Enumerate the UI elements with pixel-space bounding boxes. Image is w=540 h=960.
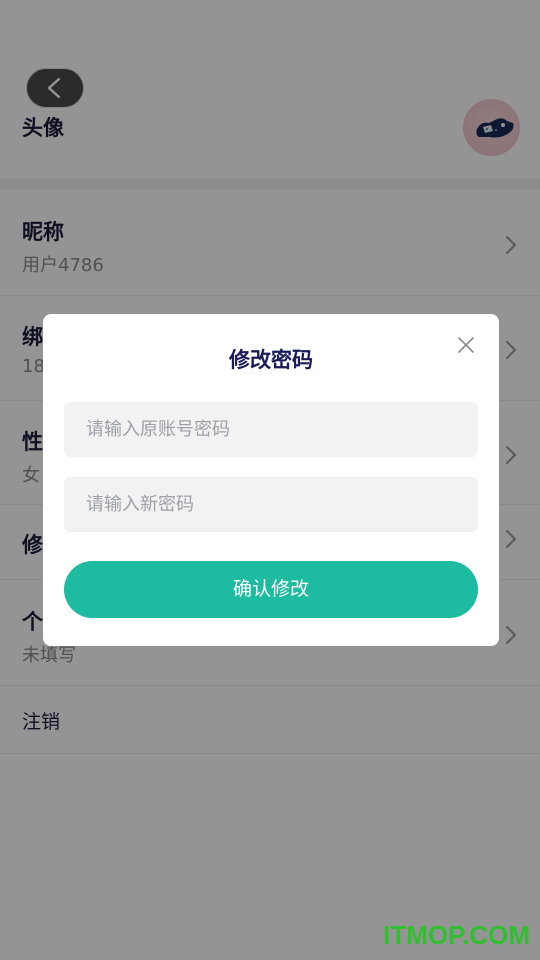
old-password-input[interactable] (64, 402, 478, 457)
dialog-title: 修改密码 (229, 348, 313, 372)
change-password-dialog: 修改密码 确认修改 (43, 314, 499, 646)
close-icon[interactable] (457, 336, 475, 354)
new-password-input[interactable] (64, 477, 478, 532)
watermark-text: ITMOP.COM (383, 920, 530, 950)
confirm-button[interactable]: 确认修改 (64, 561, 478, 618)
